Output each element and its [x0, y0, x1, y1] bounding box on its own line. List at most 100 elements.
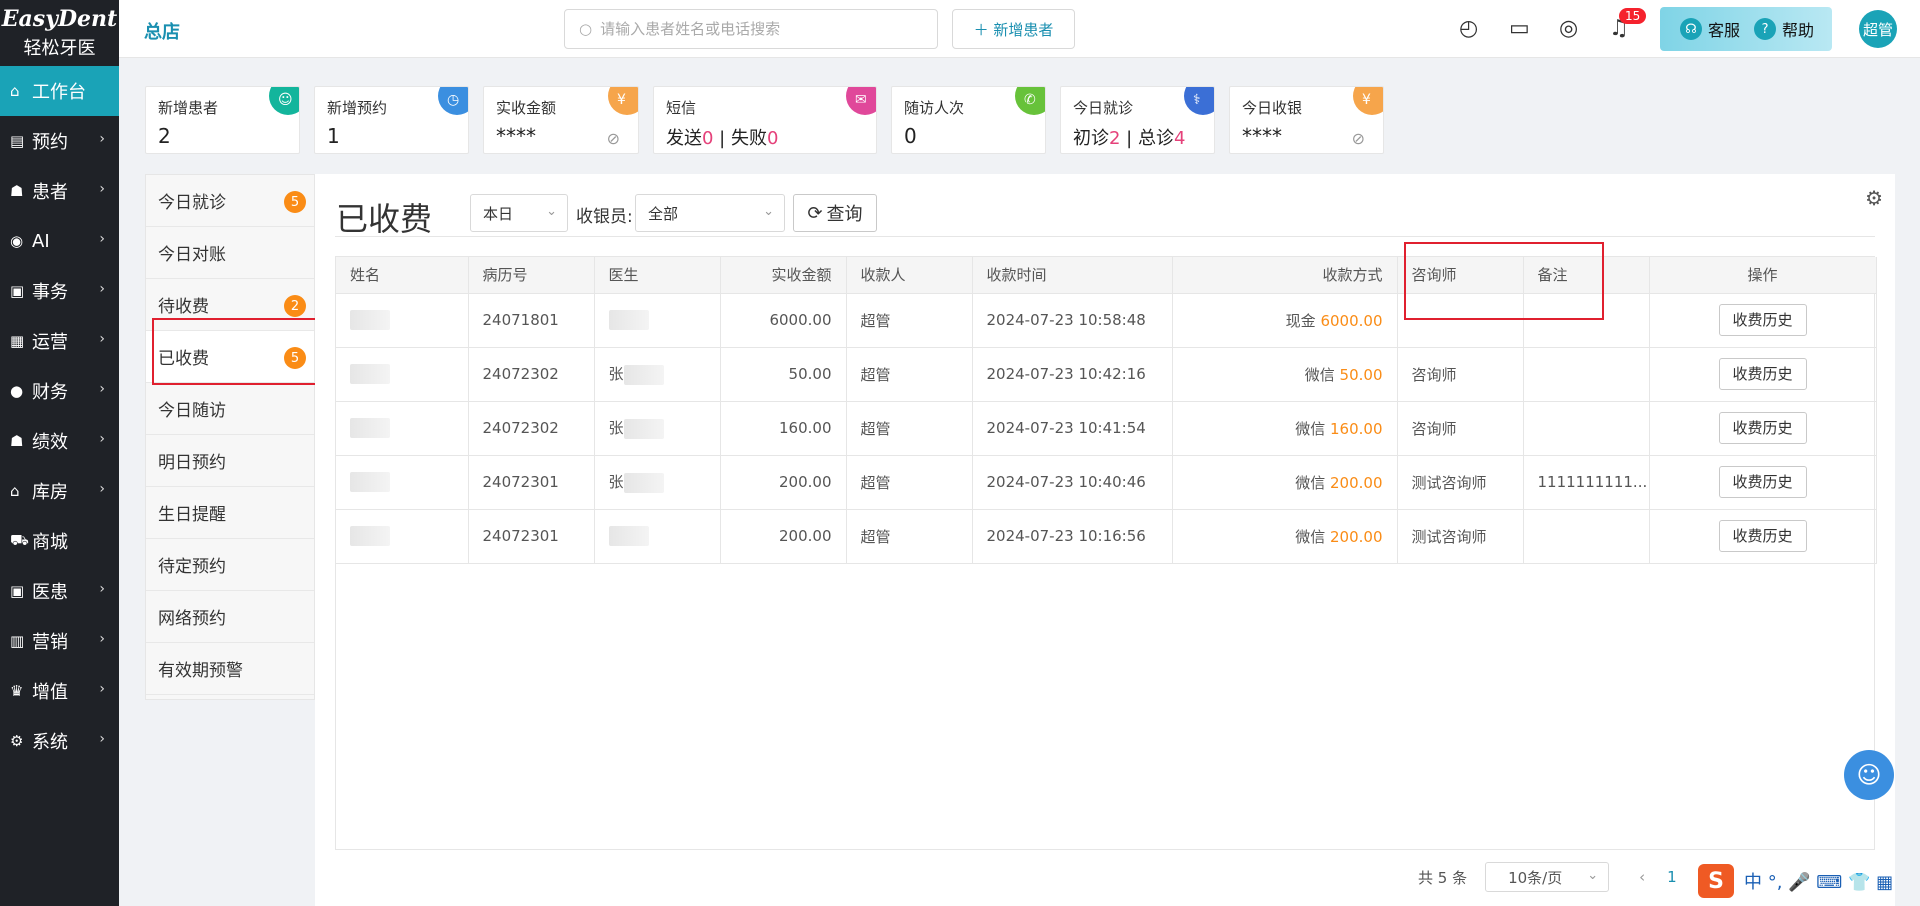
query-button[interactable]: ⟳ 查询: [793, 194, 877, 232]
stat-value-pre: 发送: [666, 128, 702, 149]
nav-label: 财务: [32, 382, 68, 403]
stat-card-icon: ☺: [269, 87, 299, 115]
submenu-label: 生日提醒: [158, 505, 226, 525]
page-size-select[interactable]: 10条/页 ⌄: [1485, 862, 1610, 892]
nav-item-1[interactable]: ▤ 预约 ›: [0, 116, 119, 166]
stat-title: 今日就诊: [1073, 99, 1134, 117]
submenu-item-9[interactable]: 有效期预警: [146, 643, 314, 695]
nav-item-13[interactable]: ⚙ 系统 ›: [0, 716, 119, 766]
nav-item-5[interactable]: ▦ 运营 ›: [0, 316, 119, 366]
add-patient-button[interactable]: ＋ 新增患者: [952, 9, 1075, 49]
period-select[interactable]: 本日 ⌄: [470, 194, 568, 232]
nav-item-3[interactable]: ◉ AI ›: [0, 216, 119, 266]
cell-amount: 160.00: [720, 401, 847, 456]
nav-item-2[interactable]: ☗ 患者 ›: [0, 166, 119, 216]
cell-method: 微信 200.00: [1172, 455, 1398, 510]
nav-item-0[interactable]: ⌂ 工作台: [0, 66, 119, 116]
page-title: 已收费: [336, 200, 433, 238]
stat-card-icon: ◷: [438, 87, 468, 115]
add-appointment-icon[interactable]: ◴: [1459, 16, 1478, 41]
stat-card-1[interactable]: 新增预约 1 ◷: [314, 86, 469, 154]
redacted-doctor: [623, 418, 664, 439]
cell-time: 2024-07-23 10:16:56: [972, 509, 1173, 564]
search-box[interactable]: ○: [564, 9, 938, 49]
stat-value: 2: [158, 124, 171, 148]
current-page[interactable]: 1: [1667, 868, 1677, 886]
gear-icon[interactable]: ⚙: [1865, 186, 1883, 210]
column-header: 收款时间: [972, 257, 1173, 294]
charge-history-button[interactable]: 收费历史: [1718, 304, 1807, 336]
submenu-label: 今日对账: [158, 245, 226, 265]
stat-card-5[interactable]: 今日就诊 初诊2 | 总诊4 ⚕: [1060, 86, 1215, 154]
submenu-item-7[interactable]: 待定预约: [146, 539, 314, 591]
method-name: 现金: [1285, 311, 1316, 330]
submenu-item-8[interactable]: 网络预约: [146, 591, 314, 643]
submenu-item-0[interactable]: 今日就诊 5: [146, 175, 314, 227]
stat-card-0[interactable]: 新增患者 2 ☺: [145, 86, 300, 154]
cell-payee: 超管: [846, 347, 973, 402]
nav-icon: ▣: [10, 582, 25, 600]
charge-history-button[interactable]: 收费历史: [1718, 466, 1807, 498]
customer-service-float-icon[interactable]: ☺: [1844, 750, 1894, 800]
charge-history-button[interactable]: 收费历史: [1718, 520, 1807, 552]
cell-action: 收费历史: [1649, 347, 1877, 402]
wechat-icon[interactable]: ◎: [1559, 16, 1578, 41]
cell-consultant: 测试咨询师: [1397, 455, 1524, 510]
chevron-right-icon: ›: [99, 331, 105, 347]
eye-off-icon[interactable]: ⊘: [607, 129, 620, 148]
stat-value: 1: [327, 124, 340, 148]
message-icon[interactable]: ▭: [1509, 16, 1530, 41]
table-row: 24072301 200.00 超管 2024-07-23 10:16:56 微信 20…: [336, 509, 1877, 564]
nav-item-6[interactable]: ● 财务 ›: [0, 366, 119, 416]
ime-toolbar: S 中 °, 🎤 ⌨ 👕 ▦: [1698, 863, 1920, 899]
cell-note: 1111111111...: [1523, 455, 1650, 510]
help-link[interactable]: 帮助: [1782, 17, 1814, 41]
nav-item-12[interactable]: ♛ 增值 ›: [0, 666, 119, 716]
note-text: 1111111111...: [1537, 473, 1648, 491]
nav-item-9[interactable]: ⛟ 商城: [0, 516, 119, 566]
prev-page-button[interactable]: ‹: [1639, 868, 1645, 886]
cell-consultant: 咨询师: [1397, 347, 1524, 402]
ime-controls[interactable]: 中 °, 🎤 ⌨ 👕 ▦: [1744, 868, 1893, 894]
nav-item-8[interactable]: ⌂ 库房 ›: [0, 466, 119, 516]
logo-bottom: 轻松牙医: [23, 38, 96, 59]
main-panel: 已收费 本日 ⌄ 收银员: 全部 ⌄ ⟳ 查询 ⚙ 姓名 病历号 医生 实收金额 收款人…: [315, 174, 1895, 906]
charge-history-button[interactable]: 收费历史: [1718, 412, 1807, 444]
chevron-down-icon: ⌄: [763, 204, 774, 219]
cell-name: [336, 401, 469, 456]
ime-logo-icon[interactable]: S: [1698, 864, 1734, 898]
submenu-item-5[interactable]: 明日预约: [146, 435, 314, 487]
service-link[interactable]: 客服: [1708, 17, 1740, 41]
chevron-right-icon: ›: [99, 431, 105, 447]
submenu-item-6[interactable]: 生日提醒: [146, 487, 314, 539]
cell-name: [336, 293, 469, 348]
nav-item-4[interactable]: ▣ 事务 ›: [0, 266, 119, 316]
stat-card-2[interactable]: 实收金额 **** ¥ ⊘: [483, 86, 639, 154]
submenu-item-1[interactable]: 今日对账: [146, 227, 314, 279]
nav-item-10[interactable]: ▣ 医患 ›: [0, 566, 119, 616]
submenu-badge: 5: [284, 191, 306, 213]
stat-value: ****: [496, 124, 536, 148]
stat-card-icon: ¥: [1353, 87, 1383, 115]
cell-record: 24072302: [468, 347, 595, 402]
stat-card-3[interactable]: 短信 发送0 | 失败0 ✉: [653, 86, 877, 154]
user-avatar[interactable]: 超管: [1859, 10, 1897, 48]
chevron-right-icon: ›: [99, 181, 105, 197]
nav-item-7[interactable]: ☗ 绩效 ›: [0, 416, 119, 466]
cell-doctor: [594, 293, 721, 348]
chevron-down-icon: ⌄: [546, 204, 557, 219]
submenu-item-4[interactable]: 今日随访: [146, 383, 314, 435]
store-title[interactable]: 总店: [144, 18, 180, 44]
cell-payee: 超管: [846, 293, 973, 348]
stat-card-4[interactable]: 随访人次 0 ✆: [891, 86, 1046, 154]
redacted-doctor: [608, 310, 649, 330]
cell-consultant: 咨询师: [1397, 401, 1524, 456]
search-input[interactable]: [600, 20, 921, 38]
charge-history-button[interactable]: 收费历史: [1718, 358, 1807, 390]
submenu-label: 有效期预警: [158, 661, 243, 681]
eye-off-icon[interactable]: ⊘: [1352, 129, 1365, 148]
stat-card-6[interactable]: 今日收银 **** ¥ ⊘: [1229, 86, 1384, 154]
submenu-label: 今日随访: [158, 401, 226, 421]
cashier-select[interactable]: 全部 ⌄: [635, 194, 785, 232]
nav-item-11[interactable]: ▥ 营销 ›: [0, 616, 119, 666]
